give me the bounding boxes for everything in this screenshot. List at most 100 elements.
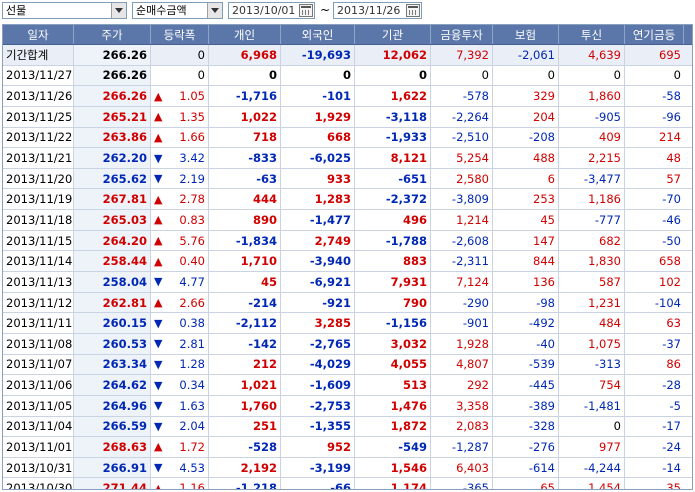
- chevron-down-icon[interactable]: [111, 3, 126, 18]
- table-row[interactable]: 2013/10/30 271.44 ▲ 1.16 -1,218 -66 1,174 -365 6…: [3, 478, 692, 490]
- column-header-institution[interactable]: 기관: [355, 25, 431, 44]
- column-header-insurance[interactable]: 보험: [493, 25, 559, 44]
- cell-institution: -1,156: [355, 313, 431, 333]
- column-header-pension-fund[interactable]: 연기금등: [625, 25, 684, 44]
- table-row[interactable]: 2013/11/18 265.03 ▲ 0.83 890 -1,477 496 1,214 45…: [3, 210, 692, 231]
- column-header-price[interactable]: 주가: [74, 25, 151, 44]
- metric-select-value: 순매수금액: [136, 4, 187, 17]
- table-row[interactable]: 2013/11/19 267.81 ▲ 2.78 444 1,283 -2,372 -3,80…: [3, 189, 692, 211]
- cell-financial-investment: 5,254: [431, 148, 493, 168]
- cell-institution: -549: [355, 437, 431, 457]
- cell-date: 2013/11/11: [3, 313, 74, 333]
- table-row[interactable]: 2013/11/04 266.59 ▼ 2.04 251 -1,355 1,872 2,083…: [3, 416, 692, 438]
- cell-insurance: -208: [493, 127, 559, 148]
- cell-financial-investment: 4,807: [431, 354, 493, 375]
- cell-individual: 251: [209, 416, 281, 437]
- cell-pension-fund: -104: [654, 295, 681, 310]
- cell-insurance: 6: [493, 168, 559, 189]
- column-header-change[interactable]: 등락폭: [151, 25, 209, 44]
- table-body: 기간합계 266.26 0 6,968 -19,693 12,062 7,392 -2,061…: [3, 45, 692, 490]
- cell-institution: 1,546: [355, 457, 431, 478]
- cell-date: 2013/11/01: [3, 437, 74, 457]
- table-row[interactable]: 2013/11/08 260.53 ▼ 2.81 -142 -2,765 3,032 1,92…: [3, 333, 692, 355]
- cell-individual: 444: [209, 189, 281, 210]
- cell-foreign: 1,283: [281, 189, 355, 210]
- change-value: 1.05: [179, 89, 205, 104]
- start-date-field[interactable]: 2013/10/01: [228, 2, 315, 19]
- cell-insurance: 0: [493, 65, 559, 86]
- calendar-icon[interactable]: [406, 4, 420, 17]
- table-row[interactable]: 2013/11/22 263.86 ▲ 1.66 718 668 -1,933 -2,510-…: [3, 127, 692, 149]
- cell-investment-trust: 1,454: [559, 478, 625, 489]
- triangle-up-icon: ▲: [154, 192, 163, 206]
- table-row[interactable]: 2013/11/12 262.81 ▲ 2.66 -214 -921 790 -290 -98 1…: [3, 292, 692, 314]
- triangle-up-icon: ▲: [154, 234, 163, 248]
- triangle-down-icon: ▼: [154, 151, 163, 165]
- change-value: 2.66: [179, 295, 205, 310]
- cell-price: 266.91: [74, 457, 151, 478]
- table-row[interactable]: 2013/11/25 265.21 ▲ 1.35 1,022 1,929 -3,118 -2,…: [3, 106, 692, 128]
- cell-individual: -1,218: [209, 478, 281, 489]
- cell-change: ▲ 0.83: [151, 210, 209, 230]
- cell-financial-investment: -365: [431, 478, 493, 489]
- column-header-date[interactable]: 일자: [3, 25, 74, 44]
- table-row[interactable]: 2013/11/07 263.34 ▼ 1.28 212 -4,029 4,055 4,807…: [3, 354, 692, 376]
- cell-institution: 883: [355, 251, 431, 272]
- triangle-up-icon: ▲: [154, 481, 163, 490]
- table-row[interactable]: 2013/10/31 266.91 ▼ 4.53 2,192 -3,199 1,546 6,4…: [3, 457, 692, 479]
- change-value: 2.81: [179, 336, 205, 351]
- cell-individual: 6,968: [209, 45, 281, 65]
- column-header-individual[interactable]: 개인: [209, 25, 281, 44]
- table-row[interactable]: 2013/11/21 262.20 ▼ 3.42 -833 -6,025 8,121 5,25…: [3, 148, 692, 169]
- triangle-down-icon: ▼: [154, 399, 163, 413]
- table-row[interactable]: 2013/11/20 265.62 ▼ 2.19 -63 933 -651 2,580 6 -3,…: [3, 168, 692, 190]
- table-row[interactable]: 2013/11/27 266.26 0 0 0 0 0 0 0 0: [3, 65, 692, 87]
- table-row[interactable]: 2013/11/15 264.20 ▲ 5.76 -1,834 2,749 -1,788 -2…: [3, 230, 692, 252]
- cell-institution: 12,062: [355, 45, 431, 65]
- cell-pension-fund: 214: [659, 130, 681, 145]
- metric-select[interactable]: 순매수금액: [132, 2, 223, 19]
- cell-foreign: 3,285: [281, 313, 355, 333]
- cell-date: 2013/11/18: [3, 210, 74, 230]
- table-row[interactable]: 2013/11/06 264.62 ▼ 0.34 1,021 -1,609 513 292 -4…: [3, 375, 692, 396]
- cell-individual: -1,716: [209, 86, 281, 106]
- period-total-row[interactable]: 기간합계 266.26 0 6,968 -19,693 12,062 7,392 -2,061…: [3, 45, 692, 66]
- table-row[interactable]: 2013/11/01 268.63 ▲ 1.72 -528 952 -549 -1,287 -2…: [3, 437, 692, 458]
- column-header-foreign[interactable]: 외국인: [281, 25, 355, 44]
- cell-change: ▲ 5.76: [151, 230, 209, 251]
- cell-individual: 1,760: [209, 395, 281, 416]
- cell-change: ▲ 0.40: [151, 251, 209, 272]
- cell-foreign: 2,749: [281, 230, 355, 251]
- cell-date: 2013/11/25: [3, 106, 74, 127]
- chevron-down-icon[interactable]: [207, 3, 222, 18]
- market-select[interactable]: 선물: [2, 2, 127, 19]
- triangle-down-icon: ▼: [154, 316, 163, 330]
- end-date-field[interactable]: 2013/11/26: [333, 2, 422, 19]
- cell-pension-fund: 63: [666, 316, 681, 331]
- cell-change: ▼ 4.77: [151, 272, 209, 292]
- cell-insurance: 329: [493, 86, 559, 106]
- calendar-icon[interactable]: [299, 4, 313, 17]
- table-row[interactable]: 2013/11/26 266.26 ▲ 1.05 -1,716 -101 1,622 -578…: [3, 86, 692, 107]
- cell-individual: -63: [209, 168, 281, 189]
- column-header-financial-investment[interactable]: 금융투자: [431, 25, 493, 44]
- change-value: 0: [197, 47, 205, 62]
- cell-insurance: 253: [493, 189, 559, 210]
- change-value: 0.34: [179, 378, 205, 393]
- triangle-down-icon: ▼: [154, 461, 163, 475]
- table-row[interactable]: 2013/11/14 258.44 ▲ 0.40 1,710 -3,940 883 -2,31…: [3, 251, 692, 273]
- cell-investment-trust: 409: [559, 127, 625, 148]
- cell-individual: 45: [209, 272, 281, 292]
- cell-individual: 212: [209, 354, 281, 375]
- cell-pension-fund: -28: [662, 378, 681, 393]
- cell-price: 262.20: [74, 148, 151, 168]
- cell-change: 0: [151, 65, 209, 86]
- cell-investment-trust: 2,215: [559, 148, 625, 168]
- cell-change: ▼ 2.04: [151, 416, 209, 437]
- table-row[interactable]: 2013/11/13 258.04 ▼ 4.77 45 -6,921 7,931 7,124 1…: [3, 272, 692, 293]
- cell-investment-trust: 1,830: [559, 251, 625, 272]
- table-row[interactable]: 2013/11/11 260.15 ▼ 0.38 -2,112 3,285 -1,156 -9…: [3, 313, 692, 334]
- column-header-investment-trust[interactable]: 투신: [559, 25, 625, 44]
- table-row[interactable]: 2013/11/05 264.96 ▼ 1.63 1,760 -2,753 1,476 3,3…: [3, 395, 692, 417]
- cell-price: 260.53: [74, 333, 151, 354]
